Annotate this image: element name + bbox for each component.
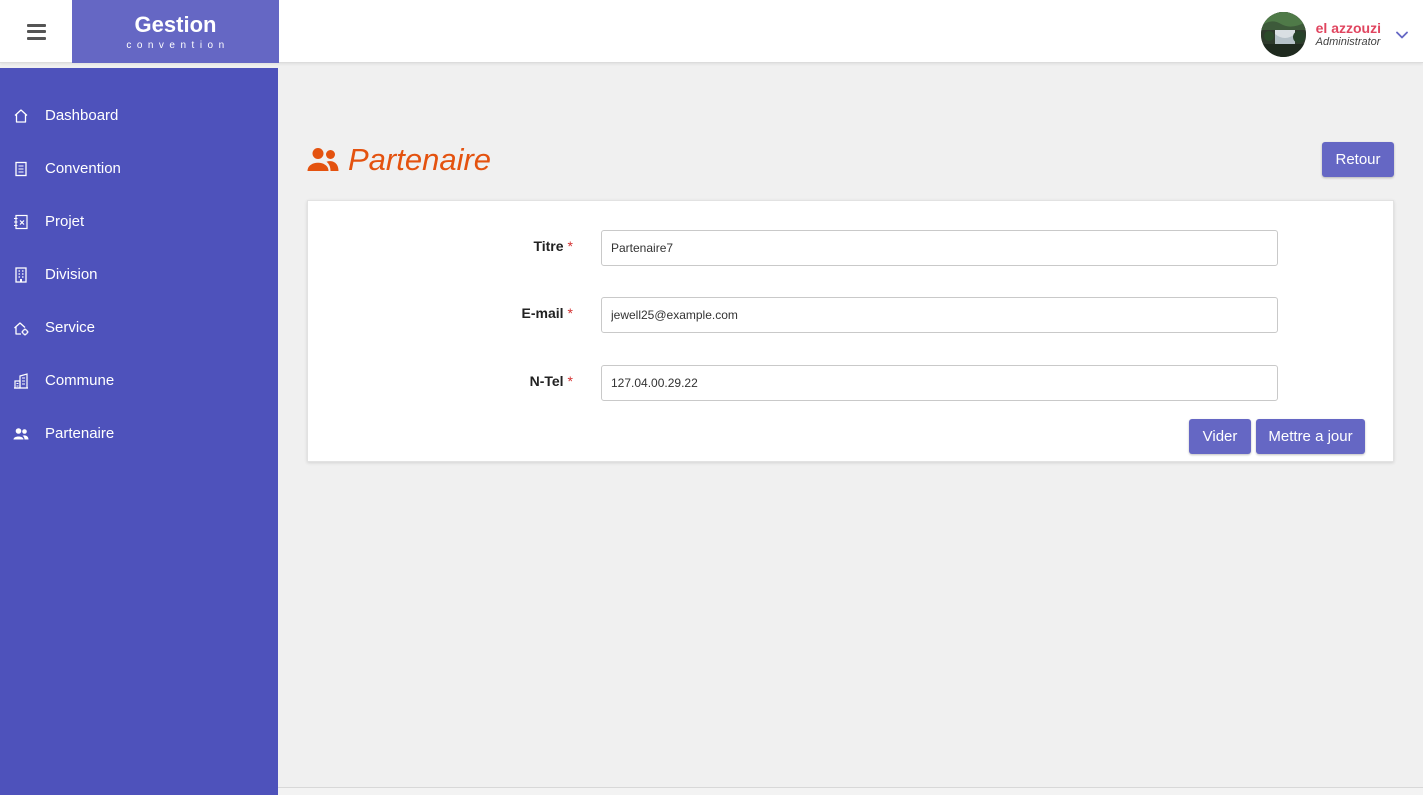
ntel-label-text: N-Tel: [529, 373, 564, 389]
clear-button[interactable]: Vider: [1189, 419, 1251, 454]
user-menu[interactable]: el azzouzi Administrator: [1260, 12, 1409, 57]
form-row-titre: Titre *: [308, 230, 1395, 266]
home-icon: [13, 108, 29, 124]
titre-input[interactable]: [601, 230, 1278, 266]
building-icon: [13, 267, 29, 283]
brand-logo[interactable]: Gestion convention: [72, 0, 279, 63]
partner-form-card: Titre* E-mail* N-Tel* Vider Mettre a jou…: [307, 200, 1394, 462]
sidebar-item-label: Commune: [45, 372, 115, 389]
email-label-text: E-mail: [521, 305, 564, 321]
sidebar-item-partenaire[interactable]: Partenaire: [0, 416, 278, 452]
users-icon: [307, 147, 339, 173]
form-row-ntel: N-Tel *: [308, 365, 1395, 401]
sidebar-item-label: Dashboard: [45, 107, 119, 124]
brand-title: Gestion: [134, 12, 217, 37]
city-icon: [13, 373, 29, 389]
footer: [278, 787, 1423, 795]
sidebar-item-dashboard[interactable]: Dashboard: [0, 98, 278, 134]
chevron-down-icon[interactable]: [1395, 28, 1409, 42]
sidebar-item-commune[interactable]: Commune: [0, 363, 278, 399]
sidebar-item-label: Division: [45, 266, 98, 283]
page-title-text: Partenaire: [348, 142, 492, 177]
titre-label: Titre *: [533, 238, 573, 254]
page-title: Partenaire: [307, 140, 491, 180]
service-icon: [13, 320, 29, 336]
brand-subtitle: convention: [126, 40, 230, 51]
sidebar-item-label: Convention: [45, 160, 121, 177]
required-marker: *: [567, 305, 573, 321]
required-marker: *: [567, 238, 573, 254]
hamburger-icon: [26, 23, 46, 40]
sidebar-item-label: Service: [45, 319, 96, 336]
top-header: Gestion convention el azzouzi Administra…: [0, 0, 1423, 63]
user-name: el azzouzi: [1315, 19, 1381, 36]
sidebar-item-convention[interactable]: Convention: [0, 151, 278, 187]
ntel-input[interactable]: [601, 365, 1278, 401]
user-info: el azzouzi Administrator: [1316, 21, 1381, 49]
document-icon: [13, 161, 29, 177]
sidebar-item-division[interactable]: Division: [0, 257, 278, 293]
avatar: [1260, 12, 1306, 57]
sidebar-item-service[interactable]: Service: [0, 310, 278, 346]
sidebar-item-label: Projet: [45, 213, 85, 230]
form-row-email: E-mail *: [308, 297, 1395, 333]
update-button[interactable]: Mettre a jour: [1256, 419, 1365, 454]
titre-label-text: Titre: [533, 238, 564, 254]
user-role: Administrator: [1315, 35, 1381, 48]
sidebar-item-projet[interactable]: Projet: [0, 204, 278, 240]
sidebar: Dashboard Convention Projet Division Ser…: [0, 68, 278, 795]
users-icon: [13, 426, 29, 442]
email-input[interactable]: [601, 297, 1278, 333]
menu-toggle-button[interactable]: [0, 0, 72, 63]
back-button[interactable]: Retour: [1322, 142, 1394, 177]
ntel-label: N-Tel *: [530, 373, 573, 389]
sidebar-item-label: Partenaire: [45, 425, 115, 442]
required-marker: *: [567, 373, 573, 389]
project-icon: [13, 214, 29, 230]
email-label: E-mail *: [522, 305, 573, 321]
